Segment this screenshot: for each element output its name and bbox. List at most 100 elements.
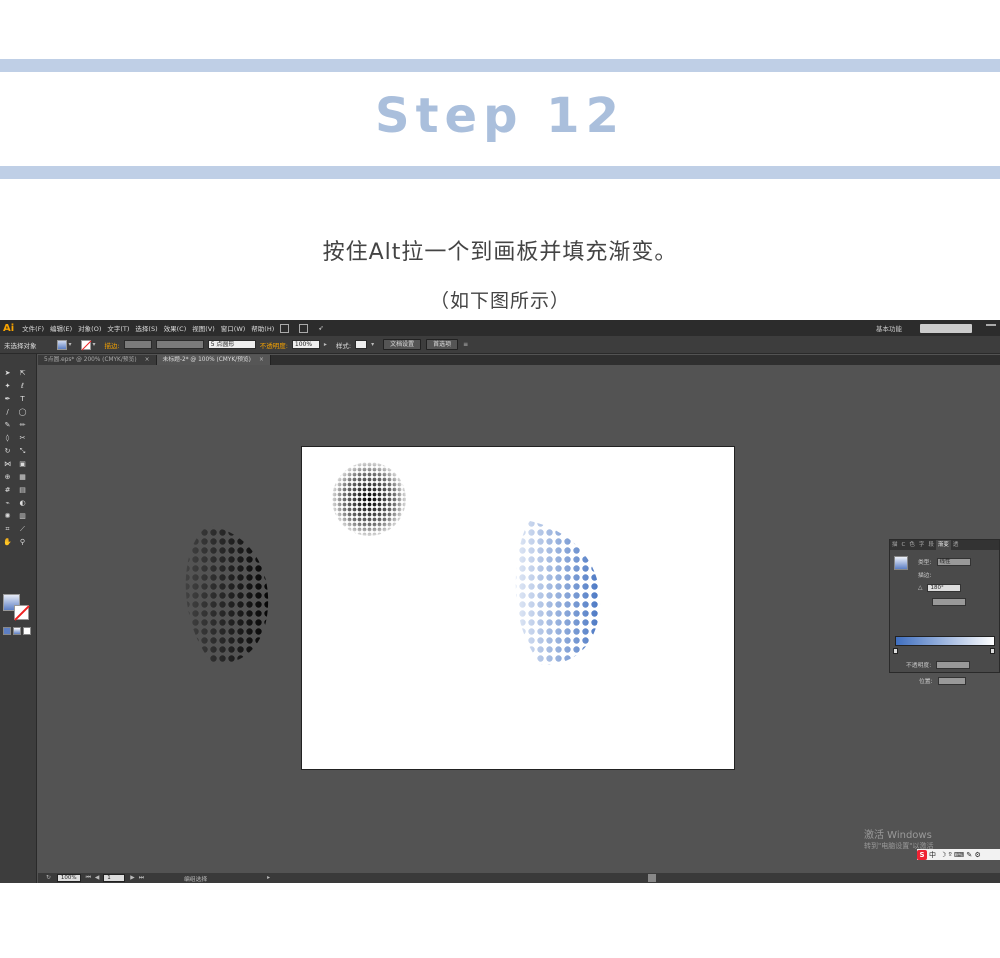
variable-width-field[interactable] bbox=[155, 340, 204, 349]
aspect-ratio-field[interactable] bbox=[932, 598, 966, 606]
stop-opacity-field[interactable] bbox=[936, 660, 971, 669]
tab-paragraph[interactable]: 段 bbox=[926, 540, 936, 550]
chevron-down-icon[interactable]: ▾ bbox=[69, 341, 75, 349]
tab-stroke[interactable]: 描 bbox=[890, 540, 900, 550]
gradient-slider[interactable] bbox=[895, 636, 995, 646]
pen-tool-icon[interactable]: ✒ bbox=[3, 395, 12, 404]
tab-gradient[interactable]: 渐变 bbox=[935, 540, 951, 550]
close-icon[interactable]: × bbox=[145, 357, 150, 363]
gradient-stop-left[interactable] bbox=[893, 648, 898, 654]
line-tool-icon[interactable]: / bbox=[3, 408, 12, 417]
menu-view[interactable]: 视图(V) bbox=[192, 323, 215, 333]
ime-mode[interactable]: 中 bbox=[929, 850, 936, 860]
menu-window[interactable]: 窗口(W) bbox=[221, 323, 246, 333]
tab-transparency[interactable]: 透 bbox=[951, 540, 961, 550]
chevron-down-icon[interactable]: ▾ bbox=[371, 341, 377, 349]
tab-color[interactable]: C bbox=[900, 540, 908, 550]
free-transform-tool-icon[interactable]: ▣ bbox=[18, 460, 27, 469]
gradient-mode-icon[interactable] bbox=[13, 627, 21, 635]
help-search-input[interactable] bbox=[920, 323, 972, 333]
ellipse-tool-icon[interactable]: ◯ bbox=[18, 408, 27, 417]
none-mode-icon[interactable] bbox=[23, 627, 31, 635]
close-icon[interactable]: × bbox=[259, 357, 264, 363]
stroke-swatch[interactable] bbox=[14, 605, 29, 620]
status-rotate-icon[interactable]: ↻ bbox=[46, 875, 51, 881]
small-halftone-circle[interactable] bbox=[332, 462, 406, 536]
opacity-label[interactable]: 不透明度: bbox=[260, 340, 288, 350]
artboard-number-field[interactable]: 1 bbox=[103, 874, 126, 882]
angle-field[interactable]: 180° bbox=[927, 584, 962, 592]
gradient-type-select[interactable]: 线性 bbox=[936, 557, 971, 566]
gradient-thumbnail[interactable] bbox=[894, 556, 908, 570]
tab-document-1[interactable]: 5点圆.eps* @ 200% (CMYK/预览) × bbox=[38, 355, 157, 365]
minimize-icon[interactable] bbox=[986, 324, 996, 331]
mesh-tool-icon[interactable]: # bbox=[3, 486, 12, 495]
sync-icon[interactable]: ➶ bbox=[318, 324, 323, 332]
preferences-button[interactable]: 首选项 bbox=[426, 339, 459, 350]
lasso-tool-icon[interactable]: ℓ bbox=[18, 382, 27, 391]
selection-tool-icon[interactable]: ➤ bbox=[3, 369, 12, 378]
menu-help[interactable]: 帮助(H) bbox=[251, 323, 274, 333]
chevron-right-icon[interactable]: ▸ bbox=[324, 341, 330, 349]
pencil-tool-icon[interactable]: ✏ bbox=[18, 421, 27, 430]
hand-tool-icon[interactable]: ✋ bbox=[3, 538, 12, 547]
tab-swatches[interactable]: 色 bbox=[907, 540, 917, 550]
shape-builder-tool-icon[interactable]: ⊕ bbox=[3, 473, 12, 482]
workspace-switcher[interactable]: 基本功能 bbox=[876, 323, 902, 333]
stroke-weight-field[interactable] bbox=[123, 340, 152, 349]
rotate-tool-icon[interactable]: ↻ bbox=[3, 447, 12, 456]
first-page-icon[interactable]: ⏮ bbox=[86, 875, 91, 882]
color-mode-icon[interactable] bbox=[3, 627, 11, 635]
blend-tool-icon[interactable]: ◐ bbox=[18, 499, 27, 508]
tab-character[interactable]: 字 bbox=[917, 540, 927, 550]
graphic-style-swatch[interactable] bbox=[355, 340, 368, 349]
gradient-stop-right[interactable] bbox=[990, 648, 995, 654]
menu-edit[interactable]: 编辑(E) bbox=[50, 323, 72, 333]
ime-toolbar[interactable]: S 中 ☽ º ⌨ ✎ ⚙ bbox=[917, 849, 1000, 860]
fill-color-swatch[interactable] bbox=[56, 339, 67, 350]
eraser-tool-icon[interactable]: ✂ bbox=[18, 434, 27, 443]
prev-page-icon[interactable]: ◀ bbox=[95, 875, 99, 881]
column-graph-tool-icon[interactable]: ▥ bbox=[18, 512, 27, 521]
symbol-sprayer-tool-icon[interactable]: ✺ bbox=[3, 512, 12, 521]
menu-effect[interactable]: 效果(C) bbox=[164, 323, 187, 333]
paintbrush-tool-icon[interactable]: ✎ bbox=[3, 421, 12, 430]
opacity-field[interactable]: 100% bbox=[291, 340, 320, 349]
black-halftone-sphere[interactable] bbox=[178, 516, 278, 676]
last-page-icon[interactable]: ⏭ bbox=[139, 875, 144, 882]
next-page-icon[interactable]: ▶ bbox=[130, 875, 134, 881]
gradient-tool-icon[interactable]: ▤ bbox=[18, 486, 27, 495]
direct-selection-tool-icon[interactable]: ⇱ bbox=[18, 369, 27, 378]
artboard[interactable] bbox=[301, 446, 735, 770]
zoom-tool-icon[interactable]: ⚲ bbox=[18, 538, 27, 547]
stop-location-field[interactable] bbox=[937, 676, 966, 685]
slice-tool-icon[interactable]: ⟋ bbox=[18, 525, 27, 534]
canvas-area[interactable] bbox=[38, 366, 1000, 873]
horizontal-scrollbar[interactable] bbox=[648, 874, 656, 882]
document-setup-button[interactable]: 文档设置 bbox=[383, 339, 422, 350]
stroke-label[interactable]: 描边: bbox=[105, 340, 120, 350]
bridge-icon[interactable] bbox=[280, 323, 290, 333]
zoom-field[interactable]: 100% bbox=[56, 874, 81, 882]
stroke-color-swatch[interactable] bbox=[80, 339, 91, 350]
artboard-tool-icon[interactable]: ⌗ bbox=[3, 525, 12, 534]
perspective-grid-tool-icon[interactable]: ▦ bbox=[18, 473, 27, 482]
blob-brush-tool-icon[interactable]: ◊ bbox=[3, 434, 12, 443]
menu-type[interactable]: 文字(T) bbox=[107, 323, 129, 333]
eyedropper-tool-icon[interactable]: ⌁ bbox=[3, 499, 12, 508]
blue-gradient-halftone-sphere[interactable] bbox=[512, 517, 607, 677]
magic-wand-tool-icon[interactable]: ✦ bbox=[3, 382, 12, 391]
scale-tool-icon[interactable]: ⤡ bbox=[18, 447, 27, 456]
status-menu-icon[interactable]: ▸ bbox=[267, 875, 270, 881]
width-tool-icon[interactable]: ⋈ bbox=[3, 460, 12, 469]
type-tool-icon[interactable]: T bbox=[18, 395, 27, 404]
panel-menu-icon[interactable]: ≡ bbox=[463, 341, 469, 349]
chevron-down-icon[interactable]: ▾ bbox=[93, 341, 99, 349]
arrange-documents-icon[interactable] bbox=[299, 323, 309, 333]
menu-file[interactable]: 文件(F) bbox=[22, 323, 44, 333]
tab-document-2[interactable]: 未标题-2* @ 100% (CMYK/预览) × bbox=[156, 355, 271, 365]
menu-select[interactable]: 选择(S) bbox=[135, 323, 157, 333]
menu-object[interactable]: 对象(O) bbox=[78, 323, 101, 333]
brush-definition-field[interactable]: 5 点圆形 bbox=[207, 340, 256, 349]
ime-punct-icon[interactable]: ☽ º ⌨ ✎ ⚙ bbox=[940, 851, 981, 859]
